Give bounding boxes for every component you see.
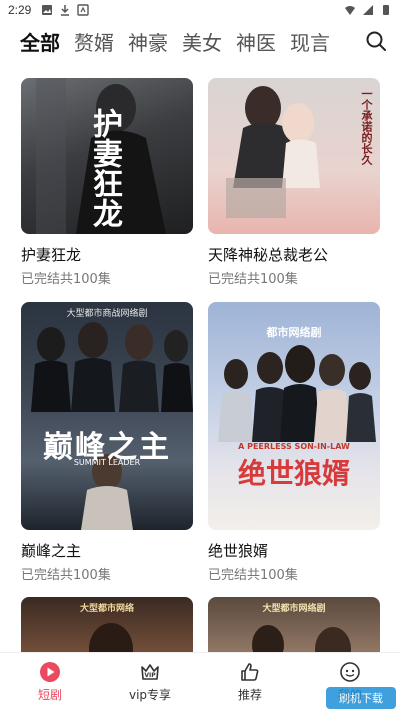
drama-episode-status: 已完结共100集 (21, 568, 111, 583)
notification-icon (77, 4, 90, 16)
drama-poster[interactable]: 大型都市商战网络剧 巅峰之主 SUMMIT LEADER (21, 302, 193, 530)
tab-beauty[interactable]: 美女 (182, 27, 222, 56)
poster-title-art: 护妻狂龙 (87, 108, 122, 228)
poster-banner: 大型都市网络剧 (262, 604, 326, 614)
battery-icon (383, 5, 389, 15)
tab-all[interactable]: 全部 (20, 27, 60, 56)
drama-poster[interactable]: 护妻狂龙 (21, 78, 193, 234)
signal-icon (363, 5, 373, 15)
drama-episode-status: 已完结共100集 (208, 272, 298, 287)
poster-title-art: 一个承诺的长久 (360, 88, 373, 165)
drama-card[interactable]: 一个承诺的长久 天降神秘总裁老公 已完结共100集 (208, 78, 380, 287)
poster-banner: 大型都市商战网络剧 (66, 309, 148, 319)
drama-grid: 护妻狂龙 护妻狂龙 已完结共100集 一个承诺的长久 天降神秘总裁老公 已完结共… (0, 78, 400, 652)
drama-title[interactable]: 巅峰之主 (21, 540, 193, 560)
nav-label: 推荐 (237, 688, 262, 702)
play-circle-icon (40, 662, 60, 682)
vip-crown-icon: VIP (141, 664, 159, 680)
nav-item-recommend[interactable]: 推荐 (200, 653, 300, 711)
poster-subtitle: SUMMIT LEADER (73, 458, 141, 467)
gallery-icon (42, 5, 53, 15)
poster-banner: 大型都市网络 (79, 604, 134, 614)
svg-text:VIP: VIP (144, 672, 156, 679)
search-icon (366, 31, 386, 51)
smile-face-icon (340, 662, 360, 682)
drama-card[interactable]: 大型都市网络剧 (208, 597, 380, 652)
tab-doctor[interactable]: 神医 (236, 27, 276, 56)
poster-figure-art (31, 322, 193, 530)
tab-tycoon[interactable]: 神豪 (128, 27, 168, 56)
download-icon (61, 5, 70, 16)
drama-poster[interactable]: 大型都市网络 (21, 597, 193, 652)
drama-card[interactable]: 大型都市商战网络剧 巅峰之主 SUMMIT LEADER 巅峰之主 已完结共10… (21, 302, 193, 583)
category-tabs: 全部 赘婿 神豪 美女 神医 现言 (0, 22, 400, 60)
nav-item-vip[interactable]: VIP vip专享 (100, 653, 200, 711)
nav-label: vip专享 (128, 688, 172, 702)
status-time: 2:29 (8, 3, 32, 17)
search-button[interactable] (364, 29, 388, 53)
wifi-icon (345, 6, 355, 15)
poster-title-art: 绝世狼婿 (237, 457, 350, 490)
drama-poster[interactable]: 一个承诺的长久 (208, 78, 380, 234)
drama-title[interactable]: 天降神秘总裁老公 (208, 244, 380, 264)
status-bar: 2:29 (0, 0, 400, 20)
poster-banner: 都市网络剧 (266, 326, 322, 339)
thumbs-up-icon (241, 663, 259, 681)
drama-poster[interactable]: 都市网络剧 A PEERLESS SON-IN-LAW 绝世狼婿 (208, 302, 380, 530)
watermark-badge: 刷机下载 (326, 687, 396, 709)
drama-poster[interactable]: 大型都市网络剧 (208, 597, 380, 652)
tab-son-in-law[interactable]: 赘婿 (74, 27, 114, 56)
nav-item-shorts[interactable]: 短剧 (0, 653, 100, 711)
drama-title[interactable]: 绝世狼婿 (208, 540, 380, 560)
drama-episode-status: 已完结共100集 (208, 568, 298, 583)
drama-title[interactable]: 护妻狂龙 (21, 244, 193, 264)
poster-subtitle: A PEERLESS SON-IN-LAW (238, 442, 350, 451)
drama-card[interactable]: 大型都市网络 (21, 597, 193, 652)
tab-modern-romance[interactable]: 现言 (290, 27, 330, 56)
drama-card[interactable]: 都市网络剧 A PEERLESS SON-IN-LAW 绝世狼婿 绝世狼婿 已完… (208, 302, 380, 583)
drama-episode-status: 已完结共100集 (21, 272, 111, 287)
drama-card[interactable]: 护妻狂龙 护妻狂龙 已完结共100集 (21, 78, 193, 287)
nav-label: 短剧 (37, 688, 62, 702)
